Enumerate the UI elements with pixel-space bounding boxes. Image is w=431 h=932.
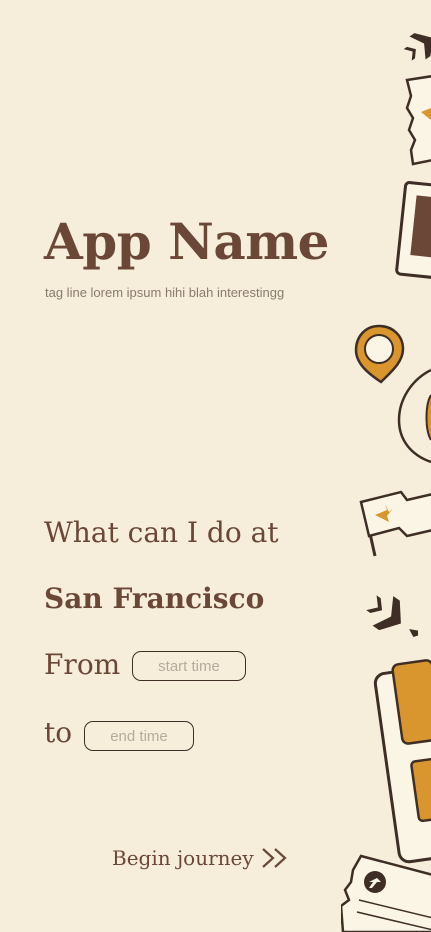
tagline: tag line lorem ipsum hihi blah interesti… (45, 285, 285, 300)
from-label: From (44, 648, 121, 681)
start-time-input[interactable]: start time (132, 651, 246, 681)
app-screen: App Name tag line lorem ipsum hihi blah … (0, 0, 431, 932)
stamp-icon (405, 75, 431, 166)
app-title: App Name (44, 212, 329, 271)
to-label: to (44, 716, 73, 749)
travel-decoration-strip (341, 27, 431, 932)
photo-frame-icon (395, 181, 431, 279)
map-pin-icon (354, 324, 405, 384)
flag-icon (359, 490, 431, 557)
double-chevron-right-icon (261, 848, 287, 868)
ticket-icon (341, 854, 431, 932)
end-time-input[interactable]: end time (84, 721, 194, 751)
city-name: San Francisco (44, 582, 265, 615)
airplane-icon (403, 27, 431, 61)
globe-icon (397, 368, 431, 464)
suitcase-icon (373, 659, 431, 864)
begin-journey-button[interactable]: Begin journey (112, 846, 290, 870)
airplane-icon-2 (366, 595, 419, 638)
question-line: What can I do at (44, 516, 279, 549)
begin-journey-label: Begin journey (112, 846, 254, 870)
